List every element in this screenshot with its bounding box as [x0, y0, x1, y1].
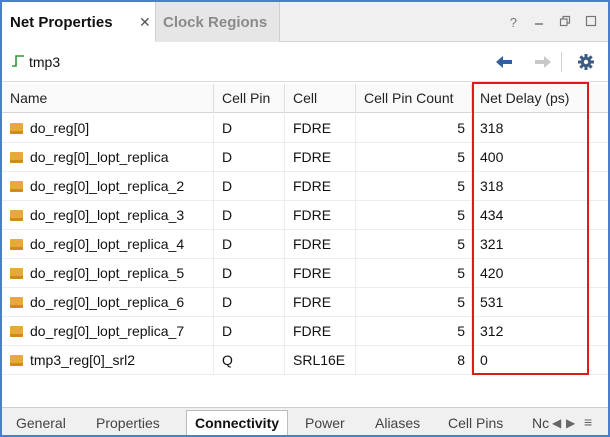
bottom-tab-bar: General Properties Connectivity Power Al…	[2, 407, 608, 435]
cell-icon	[10, 210, 23, 221]
cell-type: FDRE	[285, 288, 356, 317]
cell-type: FDRE	[285, 172, 356, 201]
cell-pin-count: 5	[356, 201, 472, 230]
column-header-cell[interactable]: Cell	[285, 84, 356, 113]
tab-cell-pins[interactable]: Cell Pins	[440, 408, 511, 435]
back-arrow-icon[interactable]	[493, 52, 515, 72]
tab-net-properties-label: Net Properties	[10, 14, 113, 31]
cell-name: tmp3_reg[0]_srl2	[2, 346, 214, 375]
minimize-icon[interactable]	[530, 14, 548, 32]
window-buttons: ?	[500, 14, 600, 32]
cell-icon	[10, 239, 23, 250]
column-header-cell-pin-count[interactable]: Cell Pin Count	[356, 84, 472, 113]
cell-name: do_reg[0]_lopt_replica_6	[2, 288, 214, 317]
net-icon	[12, 55, 24, 67]
cell-pin-count: 5	[356, 230, 472, 259]
cell-pin-count: 5	[356, 172, 472, 201]
cell-name: do_reg[0]_lopt_replica_5	[2, 259, 214, 288]
cell-icon	[10, 355, 23, 366]
tab-nets-truncated[interactable]: Nc	[524, 408, 550, 435]
cell-pin: D	[214, 172, 285, 201]
cell-pin: Q	[214, 346, 285, 375]
net-delay-highlight-box	[472, 82, 589, 375]
cell-type: FDRE	[285, 201, 356, 230]
cell-pin: D	[214, 230, 285, 259]
tab-clock-regions-label: Clock Regions	[163, 14, 268, 31]
cell-pin: D	[214, 114, 285, 143]
cell-pin-count: 5	[356, 143, 472, 172]
cell-pin-count: 5	[356, 114, 472, 143]
cell-pin: D	[214, 143, 285, 172]
cell-pin: D	[214, 201, 285, 230]
tab-clock-regions[interactable]: Clock Regions	[156, 2, 280, 42]
cell-icon	[10, 181, 23, 192]
cell-pin-count: 5	[356, 317, 472, 346]
restore-icon[interactable]	[556, 14, 574, 32]
cell-type: FDRE	[285, 143, 356, 172]
cell-icon	[10, 123, 23, 134]
cell-type: SRL16E	[285, 346, 356, 375]
cell-icon	[10, 268, 23, 279]
cell-pin-count: 5	[356, 288, 472, 317]
net-name: tmp3	[29, 54, 61, 70]
cell-name: do_reg[0]_lopt_replica_7	[2, 317, 214, 346]
cell-icon	[10, 297, 23, 308]
help-icon[interactable]: ?	[504, 14, 522, 32]
tab-power[interactable]: Power	[297, 408, 353, 435]
cell-type: FDRE	[285, 317, 356, 346]
tab-properties[interactable]: Properties	[88, 408, 168, 435]
net-toolbar: tmp3	[2, 42, 608, 82]
tab-net-properties[interactable]: Net Properties ✕	[2, 2, 156, 42]
maximize-icon[interactable]	[582, 14, 600, 32]
cell-name: do_reg[0]_lopt_replica_2	[2, 172, 214, 201]
cell-pin-count: 8	[356, 346, 472, 375]
close-icon[interactable]: ✕	[139, 14, 151, 31]
cell-icon	[10, 326, 23, 337]
cell-type: FDRE	[285, 230, 356, 259]
cell-name: do_reg[0]_lopt_replica_3	[2, 201, 214, 230]
cell-pin: D	[214, 259, 285, 288]
toolbar-separator	[561, 52, 562, 72]
tab-aliases[interactable]: Aliases	[367, 408, 428, 435]
gear-icon[interactable]	[575, 52, 597, 72]
tab-general[interactable]: General	[8, 408, 74, 435]
cell-pin: D	[214, 288, 285, 317]
column-header-cell-pin[interactable]: Cell Pin	[214, 84, 285, 113]
tab-strip: Net Properties ✕ Clock Regions ?	[2, 2, 608, 42]
cell-name: do_reg[0]_lopt_replica_4	[2, 230, 214, 259]
cell-name: do_reg[0]	[2, 114, 214, 143]
column-header-name[interactable]: Name	[2, 84, 214, 113]
tab-scroll-left-icon[interactable]: ◀	[552, 416, 561, 430]
cell-pin: D	[214, 317, 285, 346]
cell-type: FDRE	[285, 259, 356, 288]
tab-menu-icon[interactable]: ≡	[584, 414, 592, 430]
cell-name: do_reg[0]_lopt_replica	[2, 143, 214, 172]
net-properties-window: Net Properties ✕ Clock Regions ? tmp3 Na…	[0, 0, 610, 437]
cell-pin-count: 5	[356, 259, 472, 288]
tab-scroll-right-icon[interactable]: ▶	[566, 416, 575, 430]
forward-arrow-icon[interactable]	[532, 52, 554, 72]
cell-type: FDRE	[285, 114, 356, 143]
cell-icon	[10, 152, 23, 163]
tab-connectivity[interactable]: Connectivity	[186, 410, 289, 435]
